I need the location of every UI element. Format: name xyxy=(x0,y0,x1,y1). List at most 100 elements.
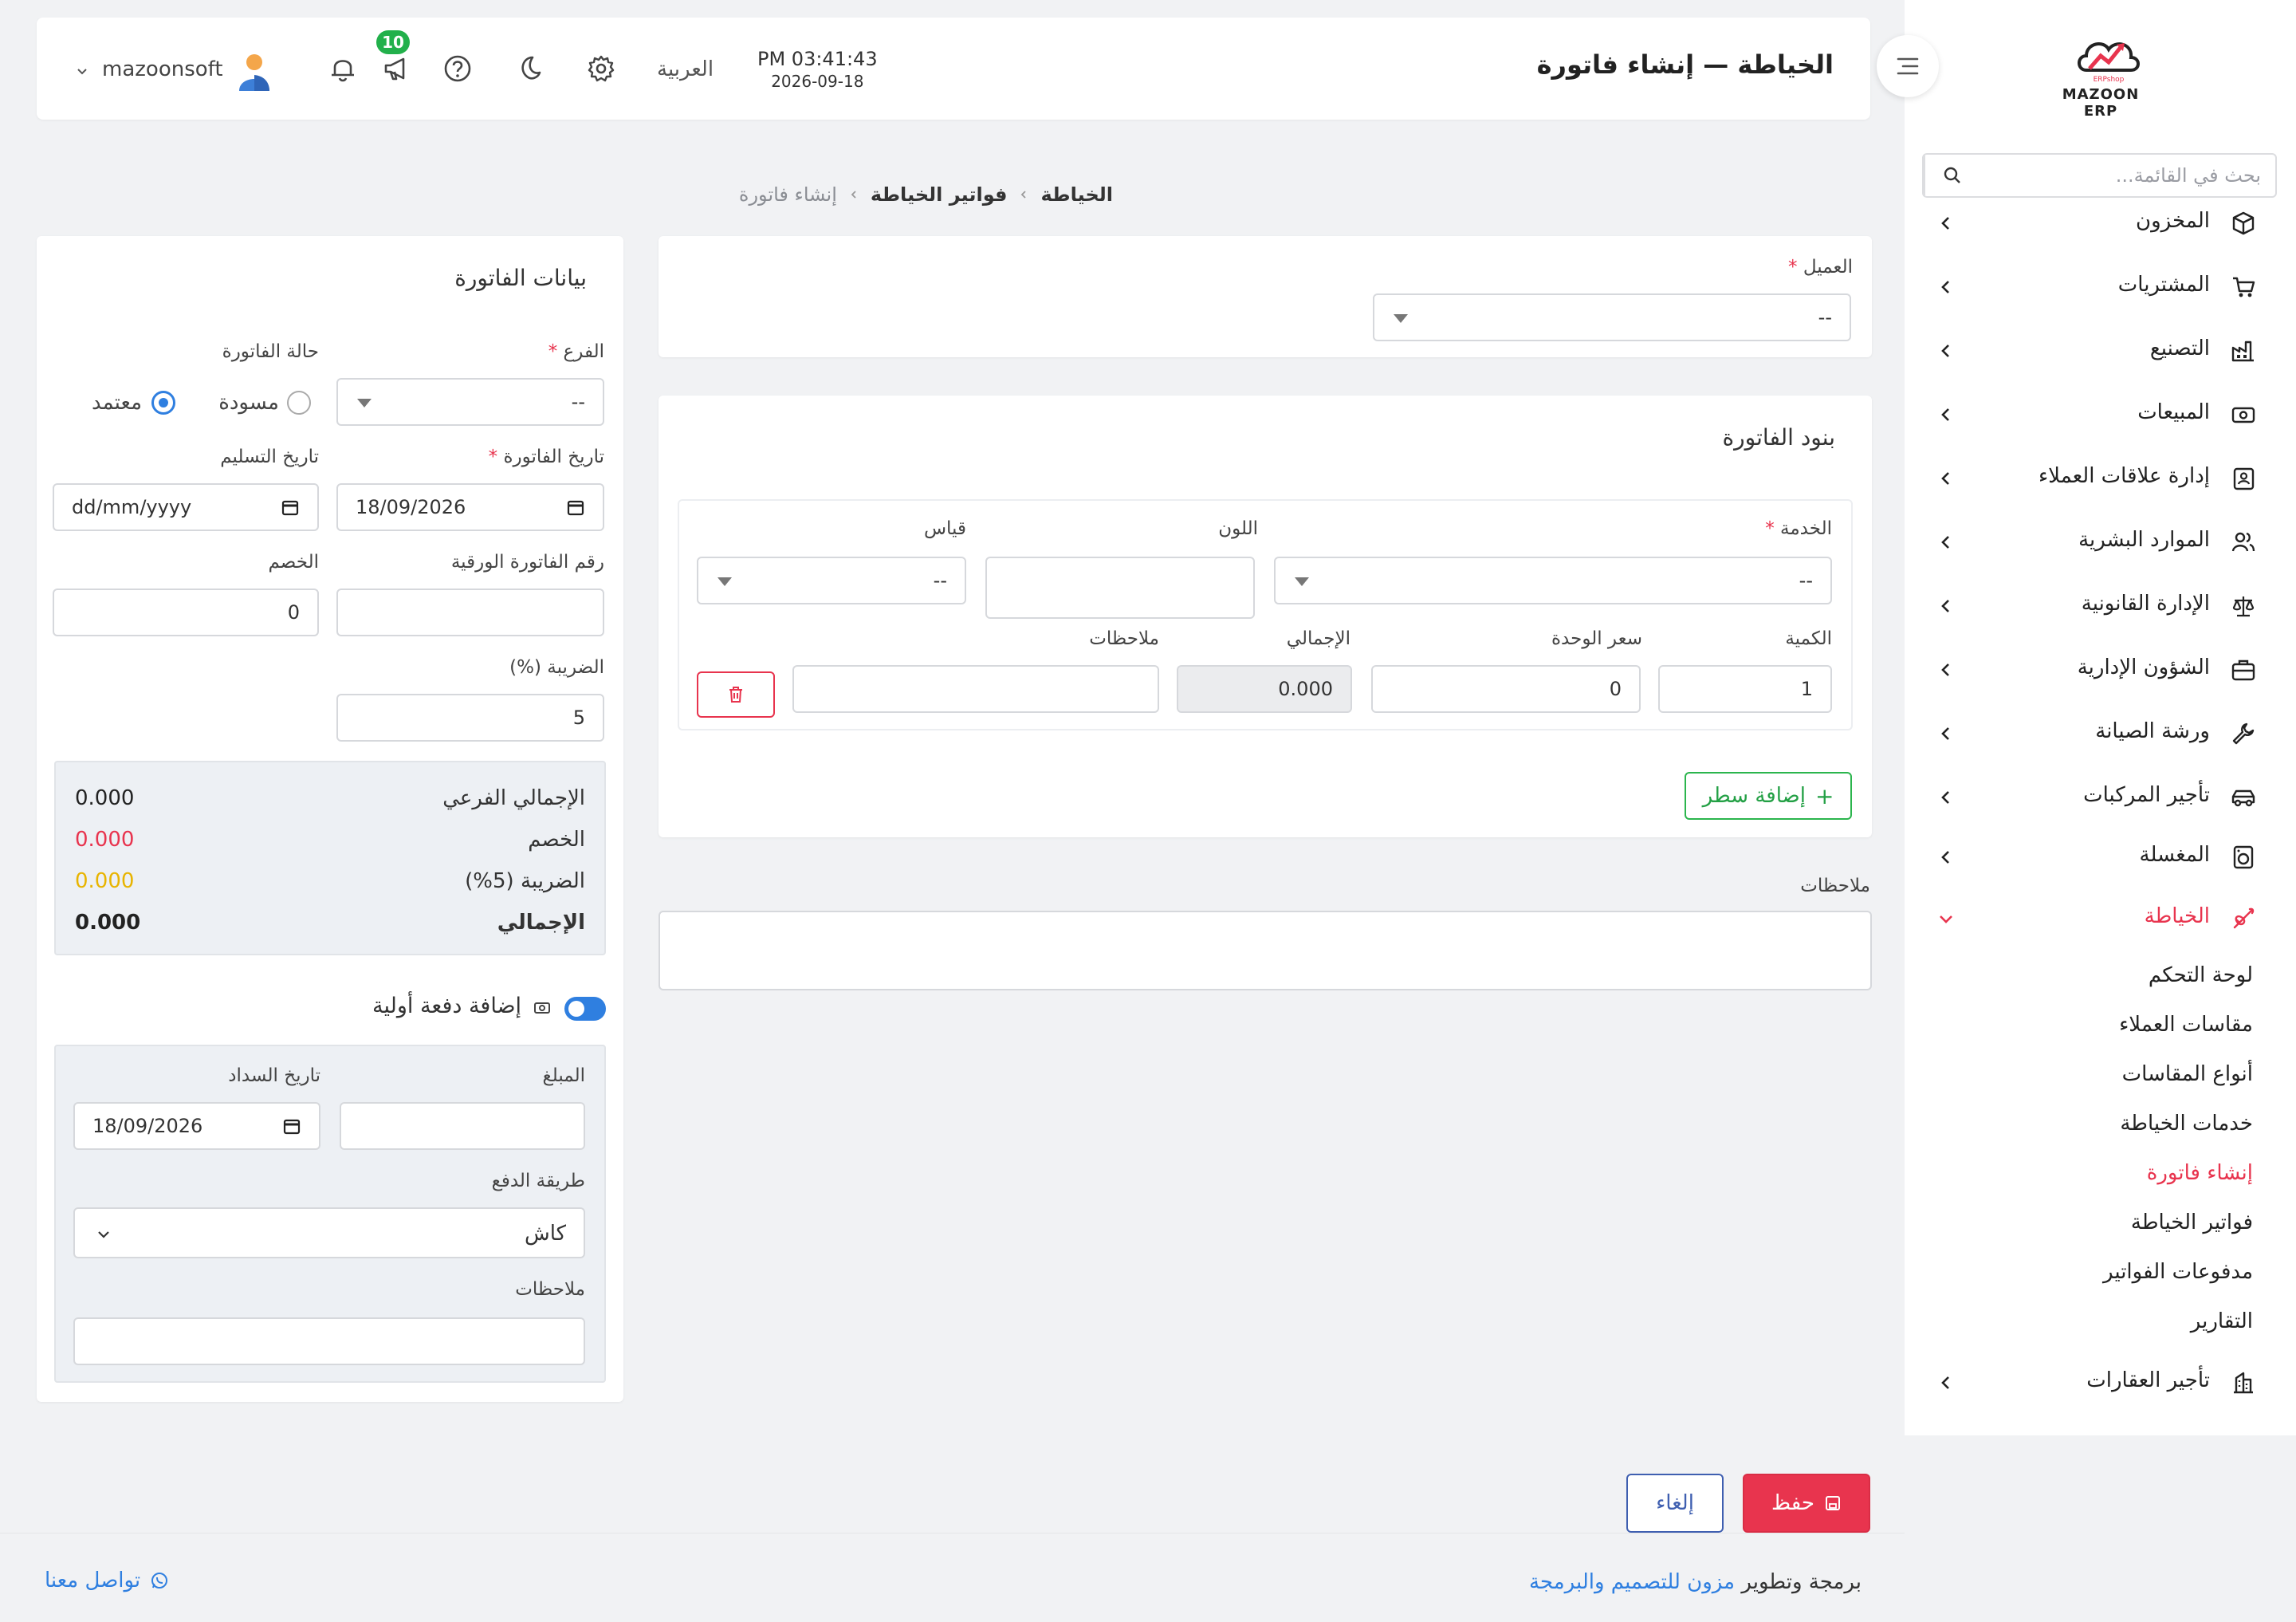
whatsapp-icon xyxy=(151,1573,168,1589)
amount-input[interactable] xyxy=(340,1102,585,1150)
status-draft-label: مسودة xyxy=(218,391,279,415)
initial-payment-label: إضافة دفعة أولية xyxy=(372,994,521,1018)
service-select[interactable]: -- xyxy=(1274,557,1832,604)
status-draft-radio[interactable] xyxy=(287,391,311,415)
qty-label: الكمية xyxy=(1785,628,1832,649)
subnav-reports[interactable]: التقارير xyxy=(2191,1309,2253,1333)
customer-select[interactable]: -- xyxy=(1373,293,1851,341)
breadcrumb-root[interactable]: الخياطة xyxy=(1040,183,1113,206)
delete-row-button[interactable] xyxy=(697,671,775,718)
brand-logo[interactable]: ERPshop MAZOON ERP xyxy=(2053,32,2149,120)
chevron-left-icon xyxy=(1941,663,1949,676)
subnav-tailoring-invoices[interactable]: فواتير الخياطة xyxy=(2131,1211,2253,1234)
avatar[interactable] xyxy=(236,51,273,91)
bell-icon[interactable] xyxy=(327,53,359,85)
discount-input[interactable]: 0 xyxy=(53,589,319,636)
notes-textarea[interactable] xyxy=(659,911,1872,990)
initial-payment-toggle[interactable] xyxy=(564,997,606,1021)
subnav-dashboard[interactable]: لوحة التحكم xyxy=(2149,963,2253,987)
sidebar-item-inventory[interactable]: المخزون xyxy=(1905,199,2296,247)
sidebar-item-hr[interactable]: الموارد البشرية xyxy=(1905,518,2296,566)
footer-company-link[interactable]: مزون للتصميم والبرمجة xyxy=(1529,1570,1735,1594)
language-switch[interactable]: العربية xyxy=(657,57,714,81)
sidebar-item-label: الخياطة xyxy=(2144,904,2210,928)
color-label: اللون xyxy=(1218,518,1258,539)
help-icon[interactable] xyxy=(442,53,474,85)
laundry-icon xyxy=(2233,845,2254,869)
totals-panel: الإجمالي الفرعي 0.000 الخصم 0.000 الضريبة … xyxy=(54,761,606,955)
delivery-date-input[interactable]: dd/mm/yyyy xyxy=(53,483,319,531)
color-input[interactable] xyxy=(985,557,1255,619)
subnav-customer-measurements[interactable]: مقاسات العملاء xyxy=(2119,1013,2253,1037)
add-row-button[interactable]: + إضافة سطر xyxy=(1685,772,1852,820)
building-icon xyxy=(2234,1372,2253,1394)
announcements-icon[interactable] xyxy=(381,53,413,85)
user-name[interactable]: mazoonsoft xyxy=(102,57,223,81)
invoice-date-label: تاريخ الفاتورة * xyxy=(488,447,604,467)
customer-label: العميل * xyxy=(1788,257,1853,278)
line-notes-input[interactable] xyxy=(792,665,1159,713)
sidebar-item-sales[interactable]: المبيعات xyxy=(1905,391,2296,439)
sidebar-item-manufacturing[interactable]: التصنيع xyxy=(1905,327,2296,375)
cart-icon xyxy=(2233,277,2255,297)
breadcrumb-parent[interactable]: فواتير الخياطة xyxy=(871,183,1008,206)
invoice-items-title: بنود الفاتورة xyxy=(1722,424,1835,451)
contact-link[interactable]: تواصل معنا xyxy=(45,1569,169,1592)
delivery-date-label: تاريخ التسليم xyxy=(220,447,319,467)
size-select[interactable]: -- xyxy=(697,557,966,604)
needle-icon xyxy=(2233,907,2255,929)
qty-input[interactable]: 1 xyxy=(1658,665,1832,713)
settings-icon[interactable] xyxy=(585,53,617,85)
menu-icon xyxy=(1897,57,1919,75)
subnav-invoice-payments[interactable]: مدفوعات الفواتير xyxy=(2103,1260,2253,1284)
cancel-button[interactable]: إلغاء xyxy=(1626,1474,1724,1533)
sidebar-item-vehicle-rental[interactable]: تأجير المركبات xyxy=(1905,774,2296,821)
invoice-date-input[interactable]: 18/09/2026 xyxy=(336,483,604,531)
chevron-left-icon xyxy=(1941,408,1949,421)
subtotal-row: الإجمالي الفرعي 0.000 xyxy=(75,786,585,810)
sidebar-search-input[interactable] xyxy=(1980,164,2275,187)
trash-icon xyxy=(729,687,742,703)
payment-date-input[interactable]: 18/09/2026 xyxy=(73,1102,320,1150)
contacts-icon xyxy=(2233,467,2255,490)
branch-select[interactable]: -- xyxy=(336,378,604,426)
sidebar-item-crm[interactable]: إدارة علاقات العملاء xyxy=(1905,455,2296,502)
sidebar-item-laundry[interactable]: المغسلة xyxy=(1905,833,2296,881)
tax-row: الضريبة (5%) 0.000 xyxy=(75,869,585,893)
sidebar-item-purchases[interactable]: المشتريات xyxy=(1905,263,2296,311)
payment-notes-label: ملاحظات xyxy=(515,1279,585,1300)
sidebar-item-tailoring[interactable]: الخياطة xyxy=(1905,895,2296,943)
unit-price-input[interactable]: 0 xyxy=(1371,665,1641,713)
subnav-create-invoice[interactable]: إنشاء فاتورة xyxy=(2147,1161,2253,1185)
save-button[interactable]: حفظ xyxy=(1743,1474,1870,1533)
tax-input[interactable]: 5 xyxy=(336,694,604,742)
sidebar-item-real-estate[interactable]: تأجير العقارات xyxy=(1905,1359,2296,1407)
status-approved-radio[interactable] xyxy=(151,391,175,415)
sidebar-item-workshop[interactable]: ورشة الصيانة xyxy=(1905,710,2296,758)
sidebar-item-label: المغسلة xyxy=(2139,843,2210,867)
calendar-icon[interactable] xyxy=(281,498,300,517)
sidebar-item-legal[interactable]: الإدارة القانونية xyxy=(1905,582,2296,630)
payment-method-label: طريقة الدفع xyxy=(491,1171,585,1191)
cash-icon xyxy=(2231,407,2255,423)
subnav-measurement-types[interactable]: أنواع المقاسات xyxy=(2122,1062,2253,1086)
subnav-tailoring-services[interactable]: خدمات الخياطة xyxy=(2120,1112,2253,1136)
search-icon[interactable] xyxy=(1924,155,1980,196)
calendar-icon[interactable] xyxy=(566,498,585,517)
calendar-icon[interactable] xyxy=(282,1116,301,1136)
briefcase-icon xyxy=(2231,659,2255,681)
sidebar-item-admin[interactable]: الشؤون الإدارية xyxy=(1905,646,2296,694)
line-total-field: 0.000 xyxy=(1177,665,1352,713)
payment-method-select[interactable]: كاش xyxy=(73,1207,585,1258)
chevron-down-icon[interactable] xyxy=(75,64,89,78)
chevron-left-icon xyxy=(1941,727,1949,740)
chevron-left-icon xyxy=(1941,281,1949,293)
sidebar-item-label: الموارد البشرية xyxy=(2078,528,2210,552)
dark-mode-icon[interactable] xyxy=(512,53,544,85)
amount-label: المبلغ xyxy=(542,1065,586,1086)
paper-invoice-no-input[interactable] xyxy=(336,589,604,636)
status-label: حالة الفاتورة xyxy=(222,341,319,362)
payment-notes-input[interactable] xyxy=(73,1317,585,1365)
sidebar-toggle-button[interactable] xyxy=(1877,35,1939,97)
invoice-data-title: بيانات الفاتورة xyxy=(454,265,587,291)
